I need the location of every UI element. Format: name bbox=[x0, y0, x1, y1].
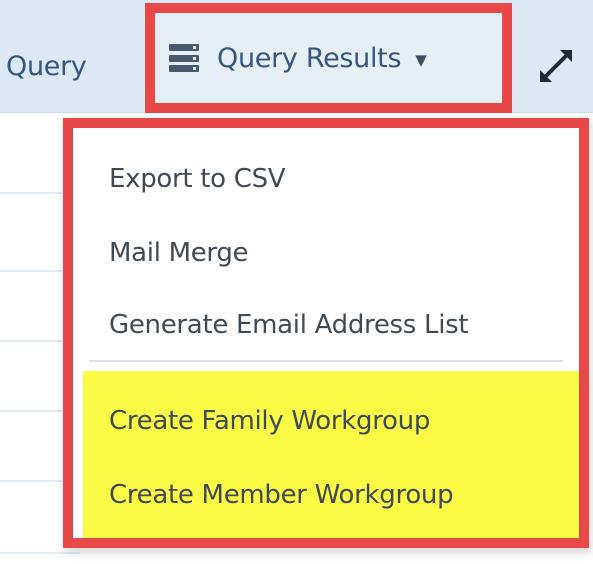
query-results-highlight-box: Query Results ▼ bbox=[145, 3, 512, 113]
menu-item-create-member-workgroup[interactable]: Create Member Workgroup bbox=[73, 466, 579, 524]
database-icon-bar bbox=[169, 65, 199, 72]
menu-item-generate-email-address-list[interactable]: Generate Email Address List bbox=[73, 296, 579, 354]
query-tab-label: Query bbox=[6, 50, 87, 82]
toolbar: Query Query Results ▼ bbox=[0, 0, 593, 113]
query-results-button[interactable]: Query Results ▼ bbox=[169, 28, 427, 88]
menu-list: Export to CSV Mail Merge Generate Email … bbox=[73, 128, 579, 538]
menu-divider bbox=[89, 360, 563, 362]
menu-item-label: Generate Email Address List bbox=[109, 310, 469, 340]
table-row-divider bbox=[0, 552, 80, 554]
query-results-dropdown-menu: Export to CSV Mail Merge Generate Email … bbox=[63, 118, 589, 548]
caret-down-icon: ▼ bbox=[415, 51, 427, 69]
database-icon-bar bbox=[169, 44, 199, 51]
database-icon bbox=[169, 44, 199, 72]
menu-item-label: Create Member Workgroup bbox=[109, 480, 454, 510]
expand-icon[interactable] bbox=[530, 40, 582, 92]
query-tab[interactable]: Query bbox=[6, 36, 87, 96]
menu-item-label: Export to CSV bbox=[109, 164, 286, 194]
database-icon-bar bbox=[169, 54, 199, 62]
query-results-label: Query Results bbox=[217, 42, 402, 74]
menu-item-label: Create Family Workgroup bbox=[109, 406, 431, 436]
menu-item-label: Mail Merge bbox=[109, 238, 249, 268]
menu-item-create-family-workgroup[interactable]: Create Family Workgroup bbox=[73, 392, 579, 450]
menu-item-export-to-csv[interactable]: Export to CSV bbox=[73, 150, 579, 208]
menu-item-mail-merge[interactable]: Mail Merge bbox=[73, 224, 579, 282]
